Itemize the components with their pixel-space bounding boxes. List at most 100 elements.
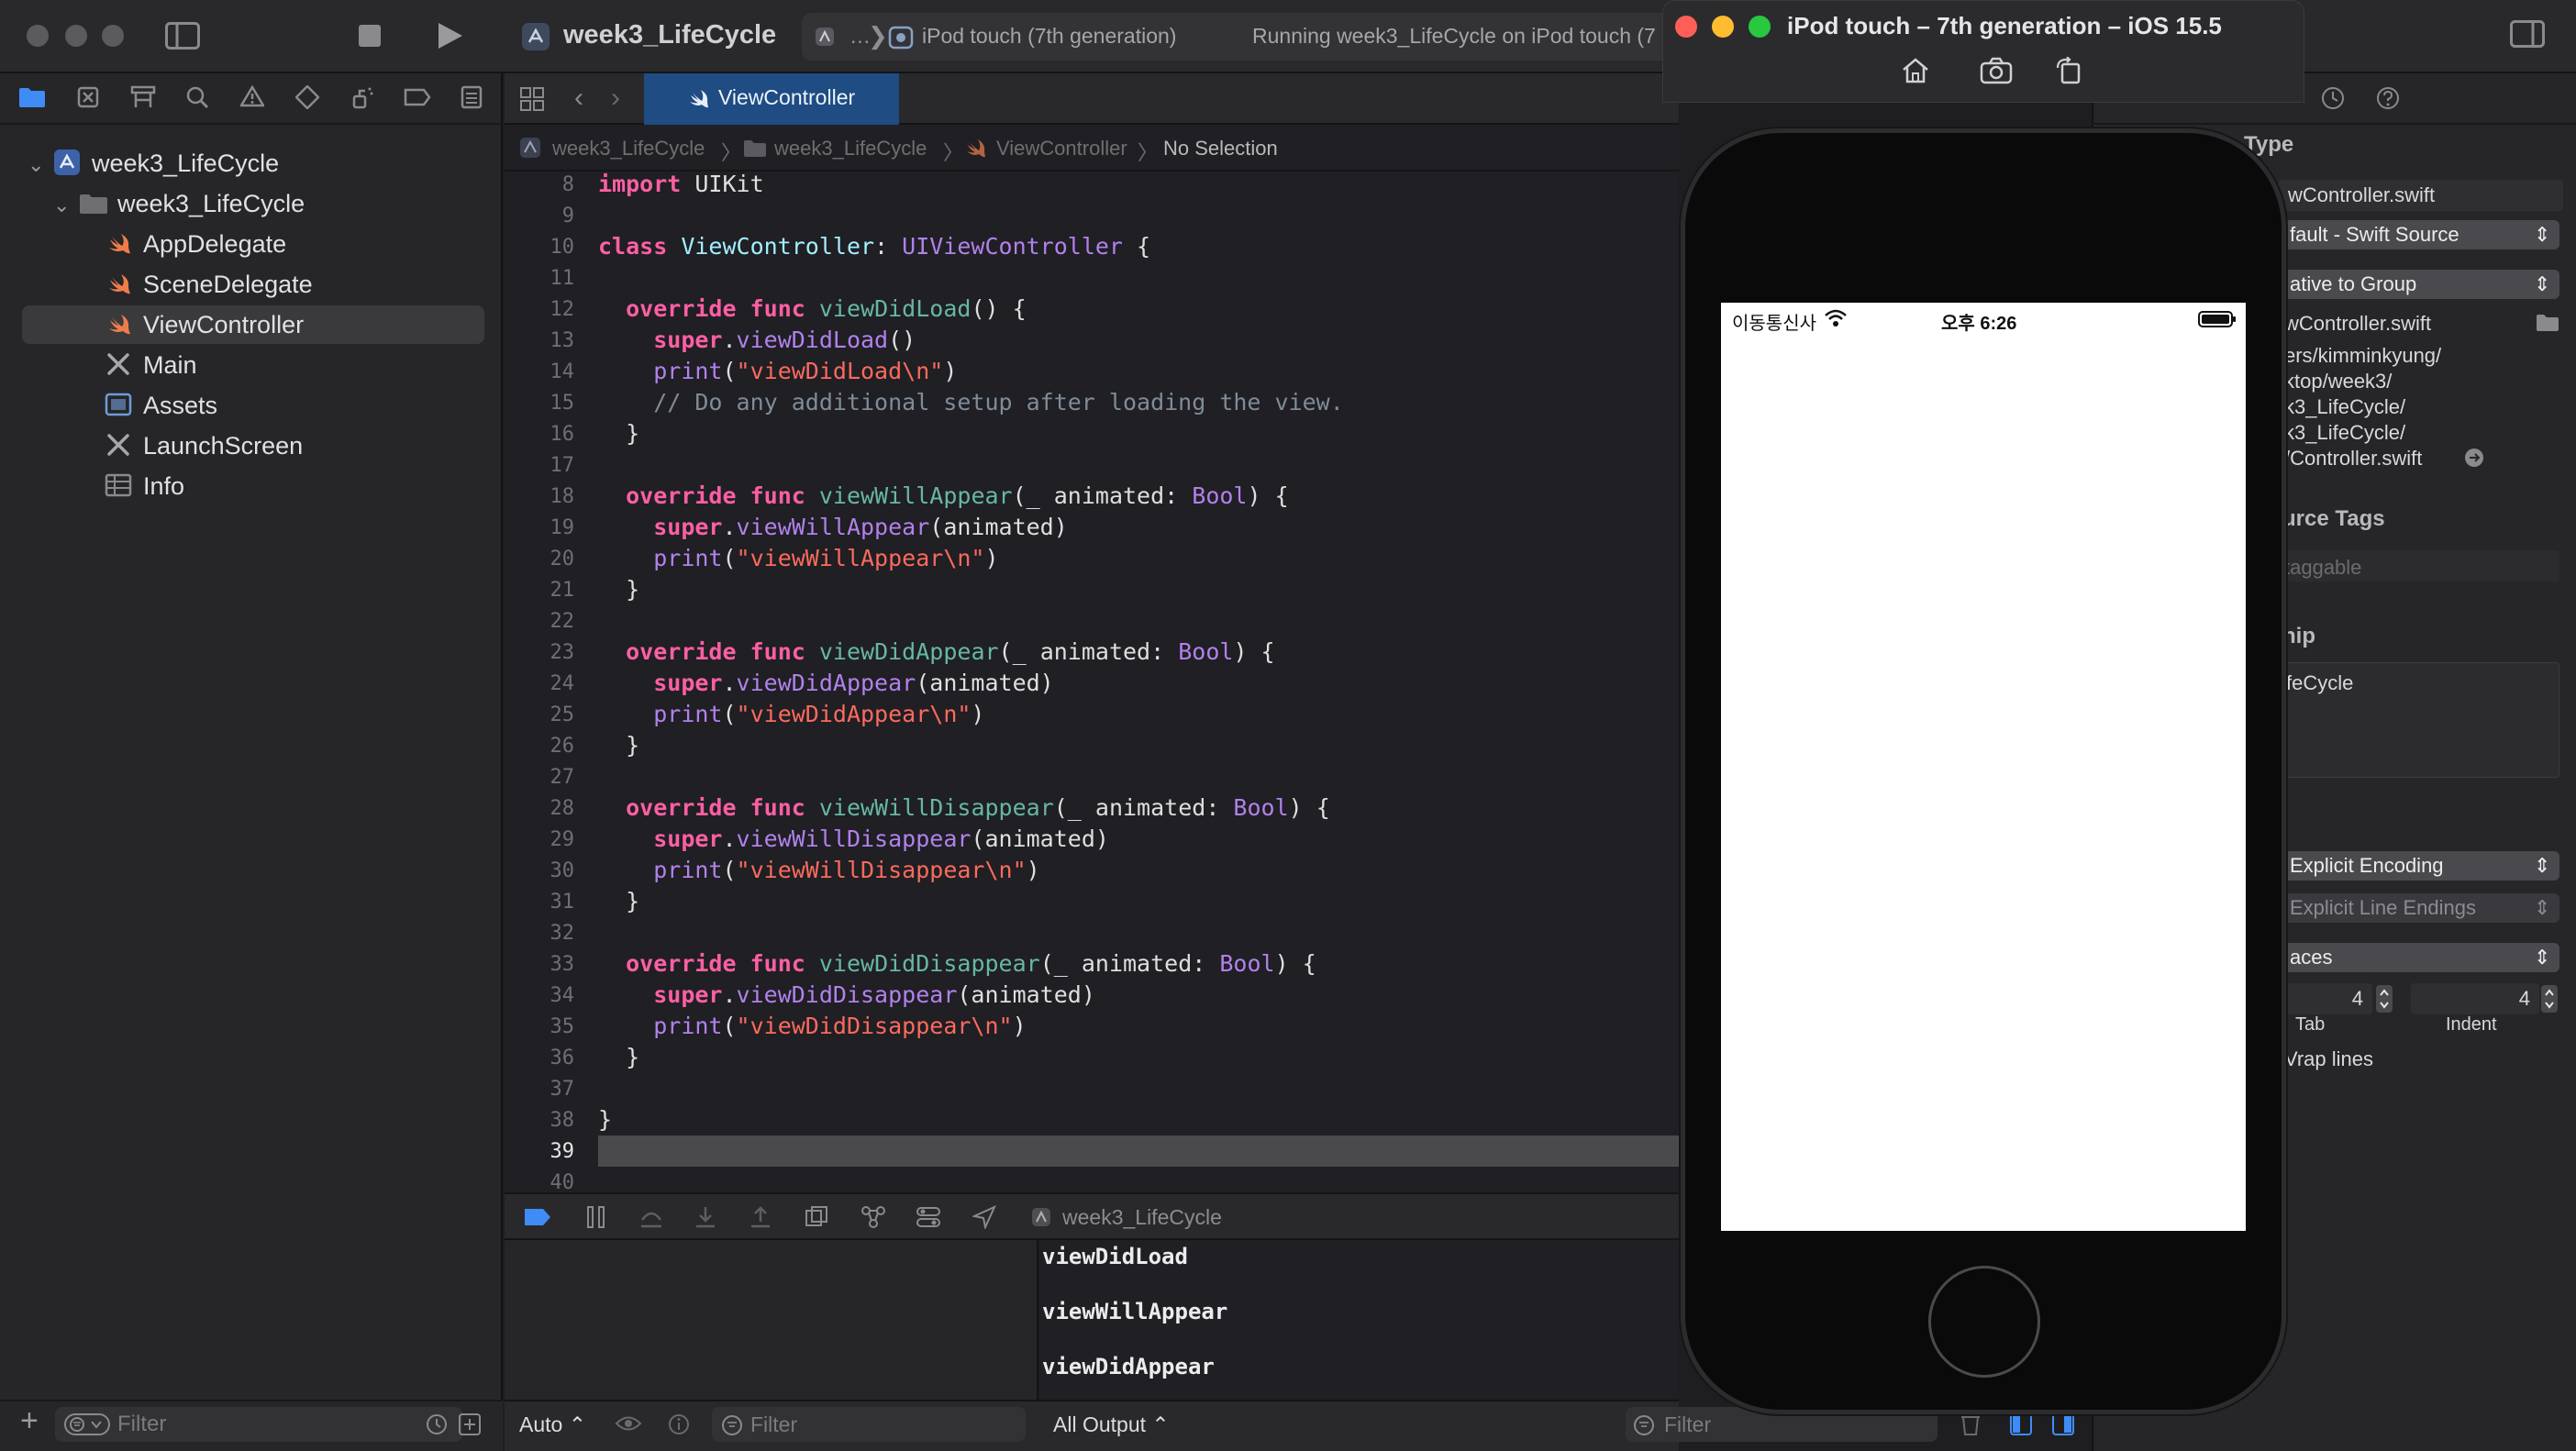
forward-arrow-icon[interactable]: › <box>611 83 620 114</box>
source-control-filter-icon[interactable] <box>459 1413 481 1435</box>
search-icon[interactable] <box>185 85 209 109</box>
jumpbar-file[interactable]: ViewController <box>996 137 1127 161</box>
related-items-grid-icon[interactable] <box>519 86 545 112</box>
history-icon[interactable] <box>2321 86 2345 110</box>
code-line[interactable]: override func viewDidLoad() { <box>598 295 1027 322</box>
simulator-zoom-button[interactable] <box>1749 16 1771 38</box>
stop-icon[interactable] <box>358 24 382 48</box>
symbol-icon[interactable] <box>130 85 156 109</box>
tab-width-stepper-icon[interactable] <box>2376 985 2393 1013</box>
recent-files-icon[interactable] <box>426 1413 448 1435</box>
back-arrow-icon[interactable]: ‹ <box>574 83 583 114</box>
scheme-app-icon[interactable] <box>815 27 835 47</box>
test-diamond-icon[interactable] <box>295 85 319 109</box>
simulate-location-icon[interactable] <box>972 1205 996 1229</box>
trash-icon[interactable] <box>1960 1412 1982 1436</box>
tree-item-launchscreen[interactable]: LaunchScreen <box>143 426 303 466</box>
code-line[interactable]: print("viewDidDisappear\n") <box>598 1013 1026 1039</box>
code-line[interactable]: print("viewWillDisappear\n") <box>598 857 1039 883</box>
file-type-popup[interactable]: fault - Swift Source <box>2279 220 2559 249</box>
filter-options-icon[interactable] <box>64 1413 110 1435</box>
code-line[interactable]: super.viewDidLoad() <box>598 327 916 353</box>
pause-icon[interactable] <box>585 1205 607 1229</box>
tree-item-group[interactable]: week3_LifeCycle <box>117 183 305 224</box>
run-icon[interactable] <box>437 21 464 50</box>
view-hierarchy-icon[interactable] <box>804 1205 829 1229</box>
tree-item-viewcontroller[interactable]: ViewController <box>143 305 304 345</box>
report-icon[interactable] <box>461 85 483 109</box>
tab-width-field[interactable]: 4 <box>2279 983 2372 1014</box>
source-control-icon[interactable] <box>77 86 99 108</box>
window-zoom-button[interactable] <box>102 25 124 47</box>
simulator-screen[interactable] <box>1721 303 2246 1231</box>
step-out-icon[interactable] <box>749 1205 772 1229</box>
simulator-minimize-button[interactable] <box>1712 16 1734 38</box>
code-line[interactable]: super.viewWillDisappear(animated) <box>598 825 1109 852</box>
breakpoints-toggle-icon[interactable] <box>523 1207 552 1227</box>
jumpbar-project[interactable]: week3_LifeCycle <box>552 137 705 161</box>
step-over-icon[interactable] <box>638 1205 664 1229</box>
indent-width-field[interactable]: 4 <box>2411 983 2539 1014</box>
code-line[interactable]: import UIKit <box>598 171 764 197</box>
folder-icon[interactable] <box>18 86 46 108</box>
tree-item-assets[interactable]: Assets <box>143 385 217 426</box>
code-line[interactable]: } <box>598 888 639 914</box>
code-line[interactable]: } <box>598 1106 612 1133</box>
code-line[interactable]: super.viewWillAppear(animated) <box>598 514 1068 540</box>
tree-item-main[interactable]: Main <box>143 345 197 385</box>
add-file-icon[interactable]: + <box>20 1405 39 1436</box>
step-into-icon[interactable] <box>694 1205 717 1229</box>
disclosure-chevron-icon[interactable]: ⌄ <box>28 153 44 177</box>
device-selector[interactable]: iPod touch (7th generation) <box>922 24 1176 49</box>
jumpbar-group[interactable]: week3_LifeCycle <box>774 137 927 161</box>
text-encoding-popup[interactable]: Explicit Encoding <box>2279 851 2559 881</box>
file-name-field[interactable]: wController.swift <box>2279 180 2563 211</box>
auto-variables-selector[interactable]: Auto ⌃ <box>519 1412 586 1437</box>
environment-overrides-icon[interactable] <box>916 1205 941 1229</box>
code-line[interactable]: class ViewController: UIViewController { <box>598 233 1150 260</box>
code-line[interactable]: } <box>598 420 639 447</box>
debug-spray-icon[interactable] <box>350 85 374 109</box>
code-line[interactable]: } <box>598 1044 639 1070</box>
code-line[interactable]: override func viewDidDisappear(_ animate… <box>598 950 1316 977</box>
tree-item-scenedelegate[interactable]: SceneDelegate <box>143 264 313 305</box>
home-icon[interactable] <box>1901 57 1930 84</box>
code-line[interactable]: print("viewDidLoad\n") <box>598 358 957 384</box>
device-home-button[interactable] <box>1928 1266 2040 1378</box>
hide-variables-pane-icon[interactable] <box>2009 1412 2033 1436</box>
indent-using-popup[interactable]: aces <box>2279 943 2559 972</box>
info-icon[interactable] <box>668 1413 690 1435</box>
code-line[interactable]: print("viewWillAppear\n") <box>598 545 998 571</box>
disclosure-chevron-icon[interactable]: ⌄ <box>53 194 70 217</box>
window-minimize-button[interactable] <box>65 25 87 47</box>
tree-item-info[interactable]: Info <box>143 466 184 506</box>
memory-graph-icon[interactable] <box>861 1205 886 1229</box>
window-close-button[interactable] <box>27 25 49 47</box>
tree-item-appdelegate[interactable]: AppDelegate <box>143 224 286 264</box>
code-line[interactable]: super.viewDidDisappear(animated) <box>598 981 1095 1008</box>
code-line[interactable]: super.viewDidAppear(animated) <box>598 670 1054 696</box>
code-line[interactable]: override func viewWillDisappear(_ animat… <box>598 794 1330 821</box>
folder-icon[interactable] <box>2536 314 2559 332</box>
breakpoint-icon[interactable] <box>404 88 431 106</box>
line-endings-popup[interactable]: Explicit Line Endings <box>2279 893 2559 923</box>
wrap-lines-checkbox[interactable]: Vrap lines <box>2284 1047 2373 1071</box>
eye-icon[interactable] <box>615 1413 642 1434</box>
console-output-selector[interactable]: All Output ⌃ <box>1053 1412 1170 1437</box>
inspector-toggle-icon[interactable] <box>2510 20 2545 48</box>
code-line[interactable]: } <box>598 732 639 759</box>
target-membership-item[interactable]: feCycle <box>2286 671 2353 695</box>
navigator-filter-field[interactable] <box>55 1407 462 1442</box>
code-comment[interactable]: // Do any additional setup after loading… <box>598 389 1344 415</box>
code-line[interactable]: print("viewDidAppear\n") <box>598 701 984 727</box>
tree-item-project[interactable]: week3_LifeCycle <box>92 143 279 183</box>
reveal-in-finder-icon[interactable] <box>2464 448 2484 468</box>
hide-console-pane-icon[interactable] <box>2051 1412 2075 1436</box>
indent-width-stepper-icon[interactable] <box>2541 985 2558 1013</box>
quick-help-icon[interactable] <box>2376 86 2400 110</box>
issue-warning-icon[interactable] <box>240 85 264 107</box>
code-line[interactable]: } <box>598 576 639 603</box>
screenshot-camera-icon[interactable] <box>1980 57 2013 84</box>
code-line[interactable]: override func viewWillAppear(_ animated:… <box>598 482 1289 509</box>
rotate-device-icon[interactable] <box>2055 57 2084 84</box>
